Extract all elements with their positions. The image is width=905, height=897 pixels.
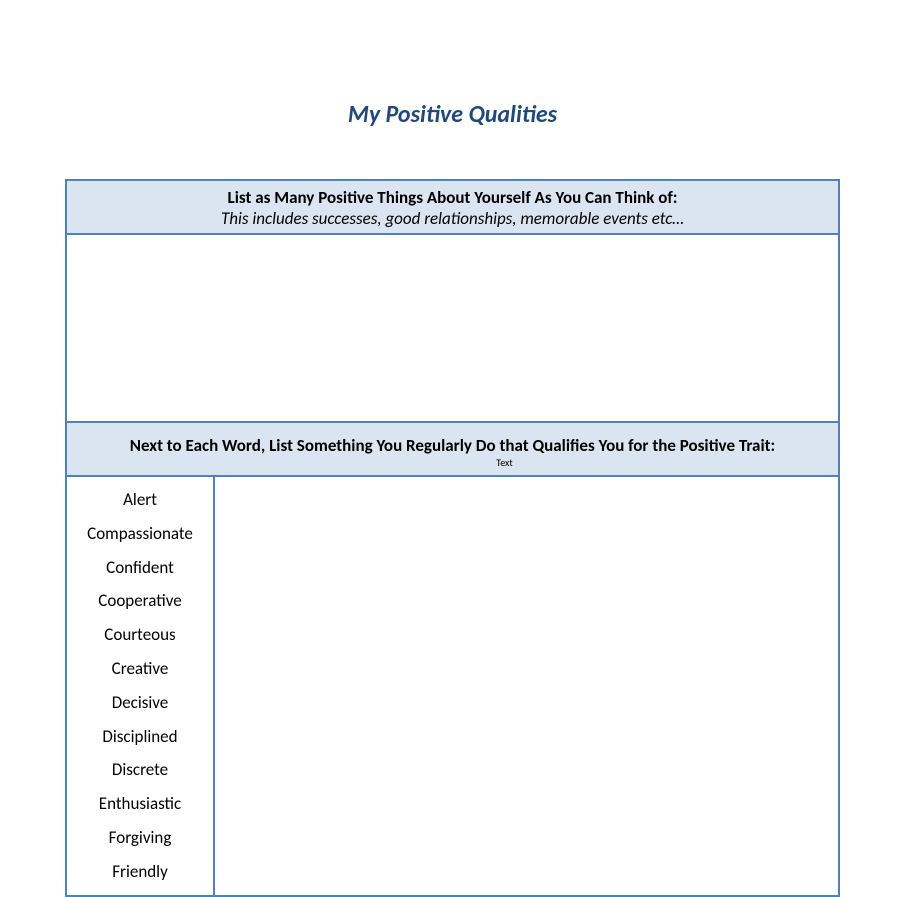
worksheet-table: List as Many Positive Things About Yours… [65, 179, 840, 897]
traits-column: Alert Compassionate Confident Cooperativ… [67, 477, 215, 895]
trait-item: Discrete [67, 753, 213, 787]
page-title: My Positive Qualities [65, 100, 840, 129]
trait-item: Decisive [67, 686, 213, 720]
section1-heading: List as Many Positive Things About Yours… [77, 187, 828, 208]
trait-item: Disciplined [67, 720, 213, 754]
section1-subheading: This includes successes, good relationsh… [77, 208, 828, 229]
trait-item: Cooperative [67, 584, 213, 618]
trait-item: Courteous [67, 618, 213, 652]
trait-item: Creative [67, 652, 213, 686]
section2-heading: Next to Each Word, List Something You Re… [77, 435, 828, 456]
trait-item: Confident [67, 551, 213, 585]
section2-small-label: Text [496, 456, 513, 469]
traits-section: Alert Compassionate Confident Cooperativ… [67, 477, 838, 895]
trait-item: Enthusiastic [67, 787, 213, 821]
freeform-input-area[interactable] [67, 235, 838, 423]
trait-item: Forgiving [67, 821, 213, 855]
traits-input-column[interactable] [215, 477, 838, 895]
trait-item: Alert [67, 483, 213, 517]
section2-header: Next to Each Word, List Something You Re… [67, 423, 838, 477]
worksheet-page: My Positive Qualities List as Many Posit… [0, 0, 905, 897]
trait-item: Compassionate [67, 517, 213, 551]
section1-header: List as Many Positive Things About Yours… [67, 181, 838, 235]
trait-item: Friendly [67, 855, 213, 889]
